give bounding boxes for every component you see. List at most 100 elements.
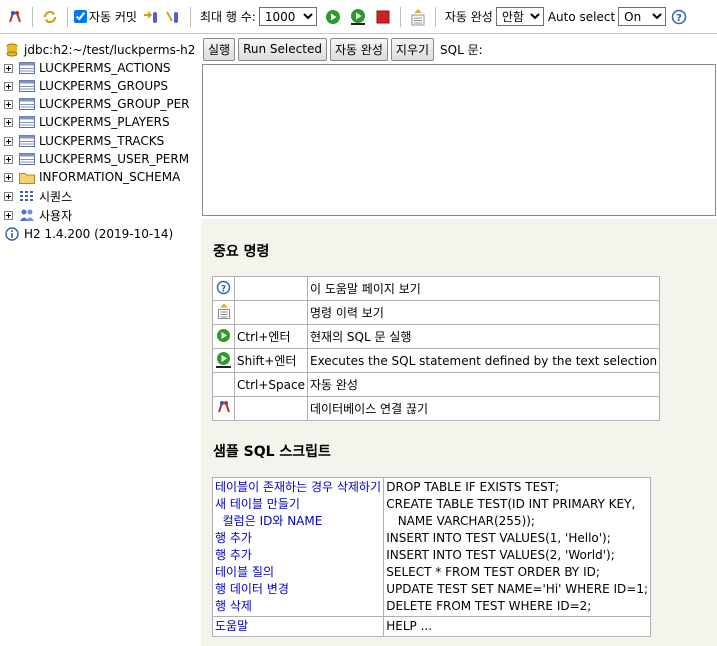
command-key: Ctrl+Space bbox=[234, 372, 308, 397]
version-label: H2 1.4.200 (2019-10-14) bbox=[24, 227, 174, 241]
tree-table[interactable]: LUCKPERMS_USER_PERM bbox=[0, 150, 189, 168]
svg-text:?: ? bbox=[676, 13, 682, 24]
sample-link[interactable]: 행 추가 bbox=[215, 547, 381, 564]
expand-icon[interactable] bbox=[4, 99, 13, 109]
command-desc: 이 도움말 페이지 보기 bbox=[306, 276, 661, 301]
tree-table[interactable]: LUCKPERMS_TRACKS bbox=[0, 132, 164, 150]
sample-link[interactable]: 테이블이 존재하는 경우 삭제하기 bbox=[215, 479, 381, 496]
tree-table[interactable]: LUCKPERMS_ACTIONS bbox=[0, 59, 171, 77]
sample-sql: DROP TABLE IF EXISTS TEST; bbox=[386, 480, 560, 494]
run-selected-icon[interactable] bbox=[215, 351, 232, 368]
tree-table[interactable]: LUCKPERMS_GROUP_PER bbox=[0, 95, 190, 113]
expand-icon[interactable] bbox=[4, 117, 13, 127]
expand-icon[interactable] bbox=[4, 210, 13, 220]
history-icon[interactable] bbox=[217, 303, 231, 319]
command-key bbox=[234, 300, 308, 325]
maxrows-select[interactable]: 1000 bbox=[258, 7, 317, 26]
sample-link[interactable]: 행 추가 bbox=[215, 530, 381, 547]
command-icon-cell bbox=[212, 300, 235, 325]
sample-link[interactable]: 행 데이터 변경 bbox=[215, 581, 381, 598]
autocomplete-button[interactable]: 자동 완성 bbox=[329, 37, 388, 61]
toolbar-separator bbox=[189, 6, 191, 27]
autocomplete-label: 자동 완성 bbox=[444, 10, 493, 24]
sample-sql: SELECT * FROM TEST ORDER BY ID; bbox=[386, 565, 600, 579]
table-label: LUCKPERMS_GROUPS bbox=[39, 79, 168, 93]
toolbar-separator bbox=[32, 6, 33, 27]
run-selected-button[interactable]: Run Selected bbox=[238, 37, 327, 61]
table-row: 테이블이 존재하는 경우 삭제하기 새 테이블 만들기 컬럼은 ID와 NAME… bbox=[211, 477, 651, 617]
important-commands-title: 중요 명령 bbox=[213, 244, 270, 260]
command-desc: 명령 이력 보기 bbox=[306, 300, 661, 325]
sample-link[interactable]: 새 테이블 만들기 bbox=[215, 496, 381, 513]
clear-button[interactable]: 지우기 bbox=[390, 37, 435, 61]
command-icon-cell: ? bbox=[212, 276, 235, 301]
sql-label: SQL 문: bbox=[440, 42, 483, 57]
autoselect-select[interactable]: On bbox=[618, 7, 667, 26]
object-tree: jdbc:h2:~/test/luckperms-h2 LUCKPERMS_AC… bbox=[0, 34, 201, 646]
tree-table[interactable]: LUCKPERMS_GROUPS bbox=[0, 77, 168, 95]
sql-input[interactable] bbox=[202, 64, 716, 216]
tree-users[interactable]: 사용자 bbox=[0, 206, 72, 224]
toolbar: 자동 커밋 최대 행 수: 1000 자동 완성 안함 Auto select … bbox=[0, 0, 717, 34]
disconnect-icon[interactable] bbox=[5, 7, 25, 27]
toolbar-separator bbox=[434, 6, 436, 27]
run-button[interactable]: 실행 bbox=[203, 37, 236, 61]
help-icon[interactable]: ? bbox=[669, 7, 689, 27]
sample-link[interactable]: 컬럼은 ID와 NAME bbox=[215, 513, 381, 530]
schema-label: INFORMATION_SCHEMA bbox=[39, 170, 181, 184]
stop-icon[interactable] bbox=[373, 7, 393, 27]
disconnect-icon[interactable] bbox=[216, 399, 232, 415]
table-label: LUCKPERMS_PLAYERS bbox=[39, 115, 170, 129]
help-sql: HELP ... bbox=[386, 619, 433, 633]
command-desc: 현재의 SQL 문 실행 bbox=[306, 324, 661, 349]
command-icon-cell bbox=[212, 324, 235, 349]
help-icon[interactable]: ? bbox=[216, 280, 231, 295]
table-icon bbox=[19, 115, 35, 129]
table-row: 도움말 HELP ... bbox=[211, 616, 651, 637]
sample-script-title: 샘플 SQL 스크립트 bbox=[213, 444, 331, 460]
expand-icon[interactable] bbox=[4, 136, 13, 146]
sample-links-cell: 테이블이 존재하는 경우 삭제하기 새 테이블 만들기 컬럼은 ID와 NAME… bbox=[211, 477, 385, 617]
table-icon bbox=[19, 79, 35, 93]
command-icon-cell bbox=[212, 348, 235, 373]
expand-icon[interactable] bbox=[4, 172, 13, 182]
table-row: Ctrl+Space 자동 완성 bbox=[212, 372, 661, 397]
autocommit-label: 자동 커밋 bbox=[89, 10, 137, 24]
history-icon[interactable] bbox=[408, 7, 428, 27]
table-row: Ctrl+엔터 현재의 SQL 문 실행 bbox=[212, 324, 661, 349]
refresh-icon[interactable] bbox=[40, 7, 60, 27]
rollback-icon[interactable] bbox=[141, 7, 161, 27]
run-icon[interactable] bbox=[323, 7, 343, 27]
info-icon bbox=[4, 227, 20, 241]
table-row: 명령 이력 보기 bbox=[212, 300, 661, 325]
run-icon[interactable] bbox=[216, 328, 231, 343]
sample-sql: CREATE TABLE TEST(ID INT PRIMARY KEY, bbox=[386, 497, 636, 511]
tree-table[interactable]: LUCKPERMS_PLAYERS bbox=[0, 113, 170, 131]
sample-sql: DELETE FROM TEST WHERE ID=2; bbox=[386, 599, 592, 613]
tree-connection[interactable]: jdbc:h2:~/test/luckperms-h2 bbox=[0, 41, 195, 59]
query-panel: 실행 Run Selected 자동 완성 지우기 SQL 문: 중요 명령 ?… bbox=[201, 34, 717, 646]
commands-table: ? 이 도움말 페이지 보기 명령 이력 보기 Ctrl+엔터 현재의 SQL … bbox=[212, 276, 661, 421]
sample-link[interactable]: 행 삭제 bbox=[215, 598, 381, 615]
autocomplete-select[interactable]: 안함 bbox=[495, 7, 544, 26]
connection-label: jdbc:h2:~/test/luckperms-h2 bbox=[24, 43, 196, 57]
svg-text:?: ? bbox=[221, 284, 226, 294]
tree-sequences[interactable]: 시퀀스 bbox=[0, 187, 72, 205]
folder-icon bbox=[19, 170, 35, 184]
query-buttons: 실행 Run Selected 자동 완성 지우기 SQL 문: bbox=[201, 34, 717, 64]
expand-icon[interactable] bbox=[4, 63, 13, 73]
tree-schema[interactable]: INFORMATION_SCHEMA bbox=[0, 168, 180, 186]
expand-icon[interactable] bbox=[4, 154, 13, 164]
expand-icon[interactable] bbox=[4, 191, 13, 201]
command-key: Shift+엔터 bbox=[234, 348, 308, 373]
command-key bbox=[234, 276, 308, 301]
sample-sql: NAME VARCHAR(255)); bbox=[386, 514, 535, 528]
help-link[interactable]: 도움말 bbox=[215, 619, 248, 633]
expand-icon[interactable] bbox=[4, 81, 13, 91]
sample-sql: INSERT INTO TEST VALUES(1, 'Hello'); bbox=[386, 531, 611, 545]
commit-icon[interactable] bbox=[163, 7, 183, 27]
run-selected-icon[interactable] bbox=[348, 7, 368, 27]
table-label: LUCKPERMS_ACTIONS bbox=[39, 61, 171, 75]
sample-link[interactable]: 테이블 질의 bbox=[215, 564, 381, 581]
autocommit-checkbox[interactable] bbox=[74, 10, 87, 23]
